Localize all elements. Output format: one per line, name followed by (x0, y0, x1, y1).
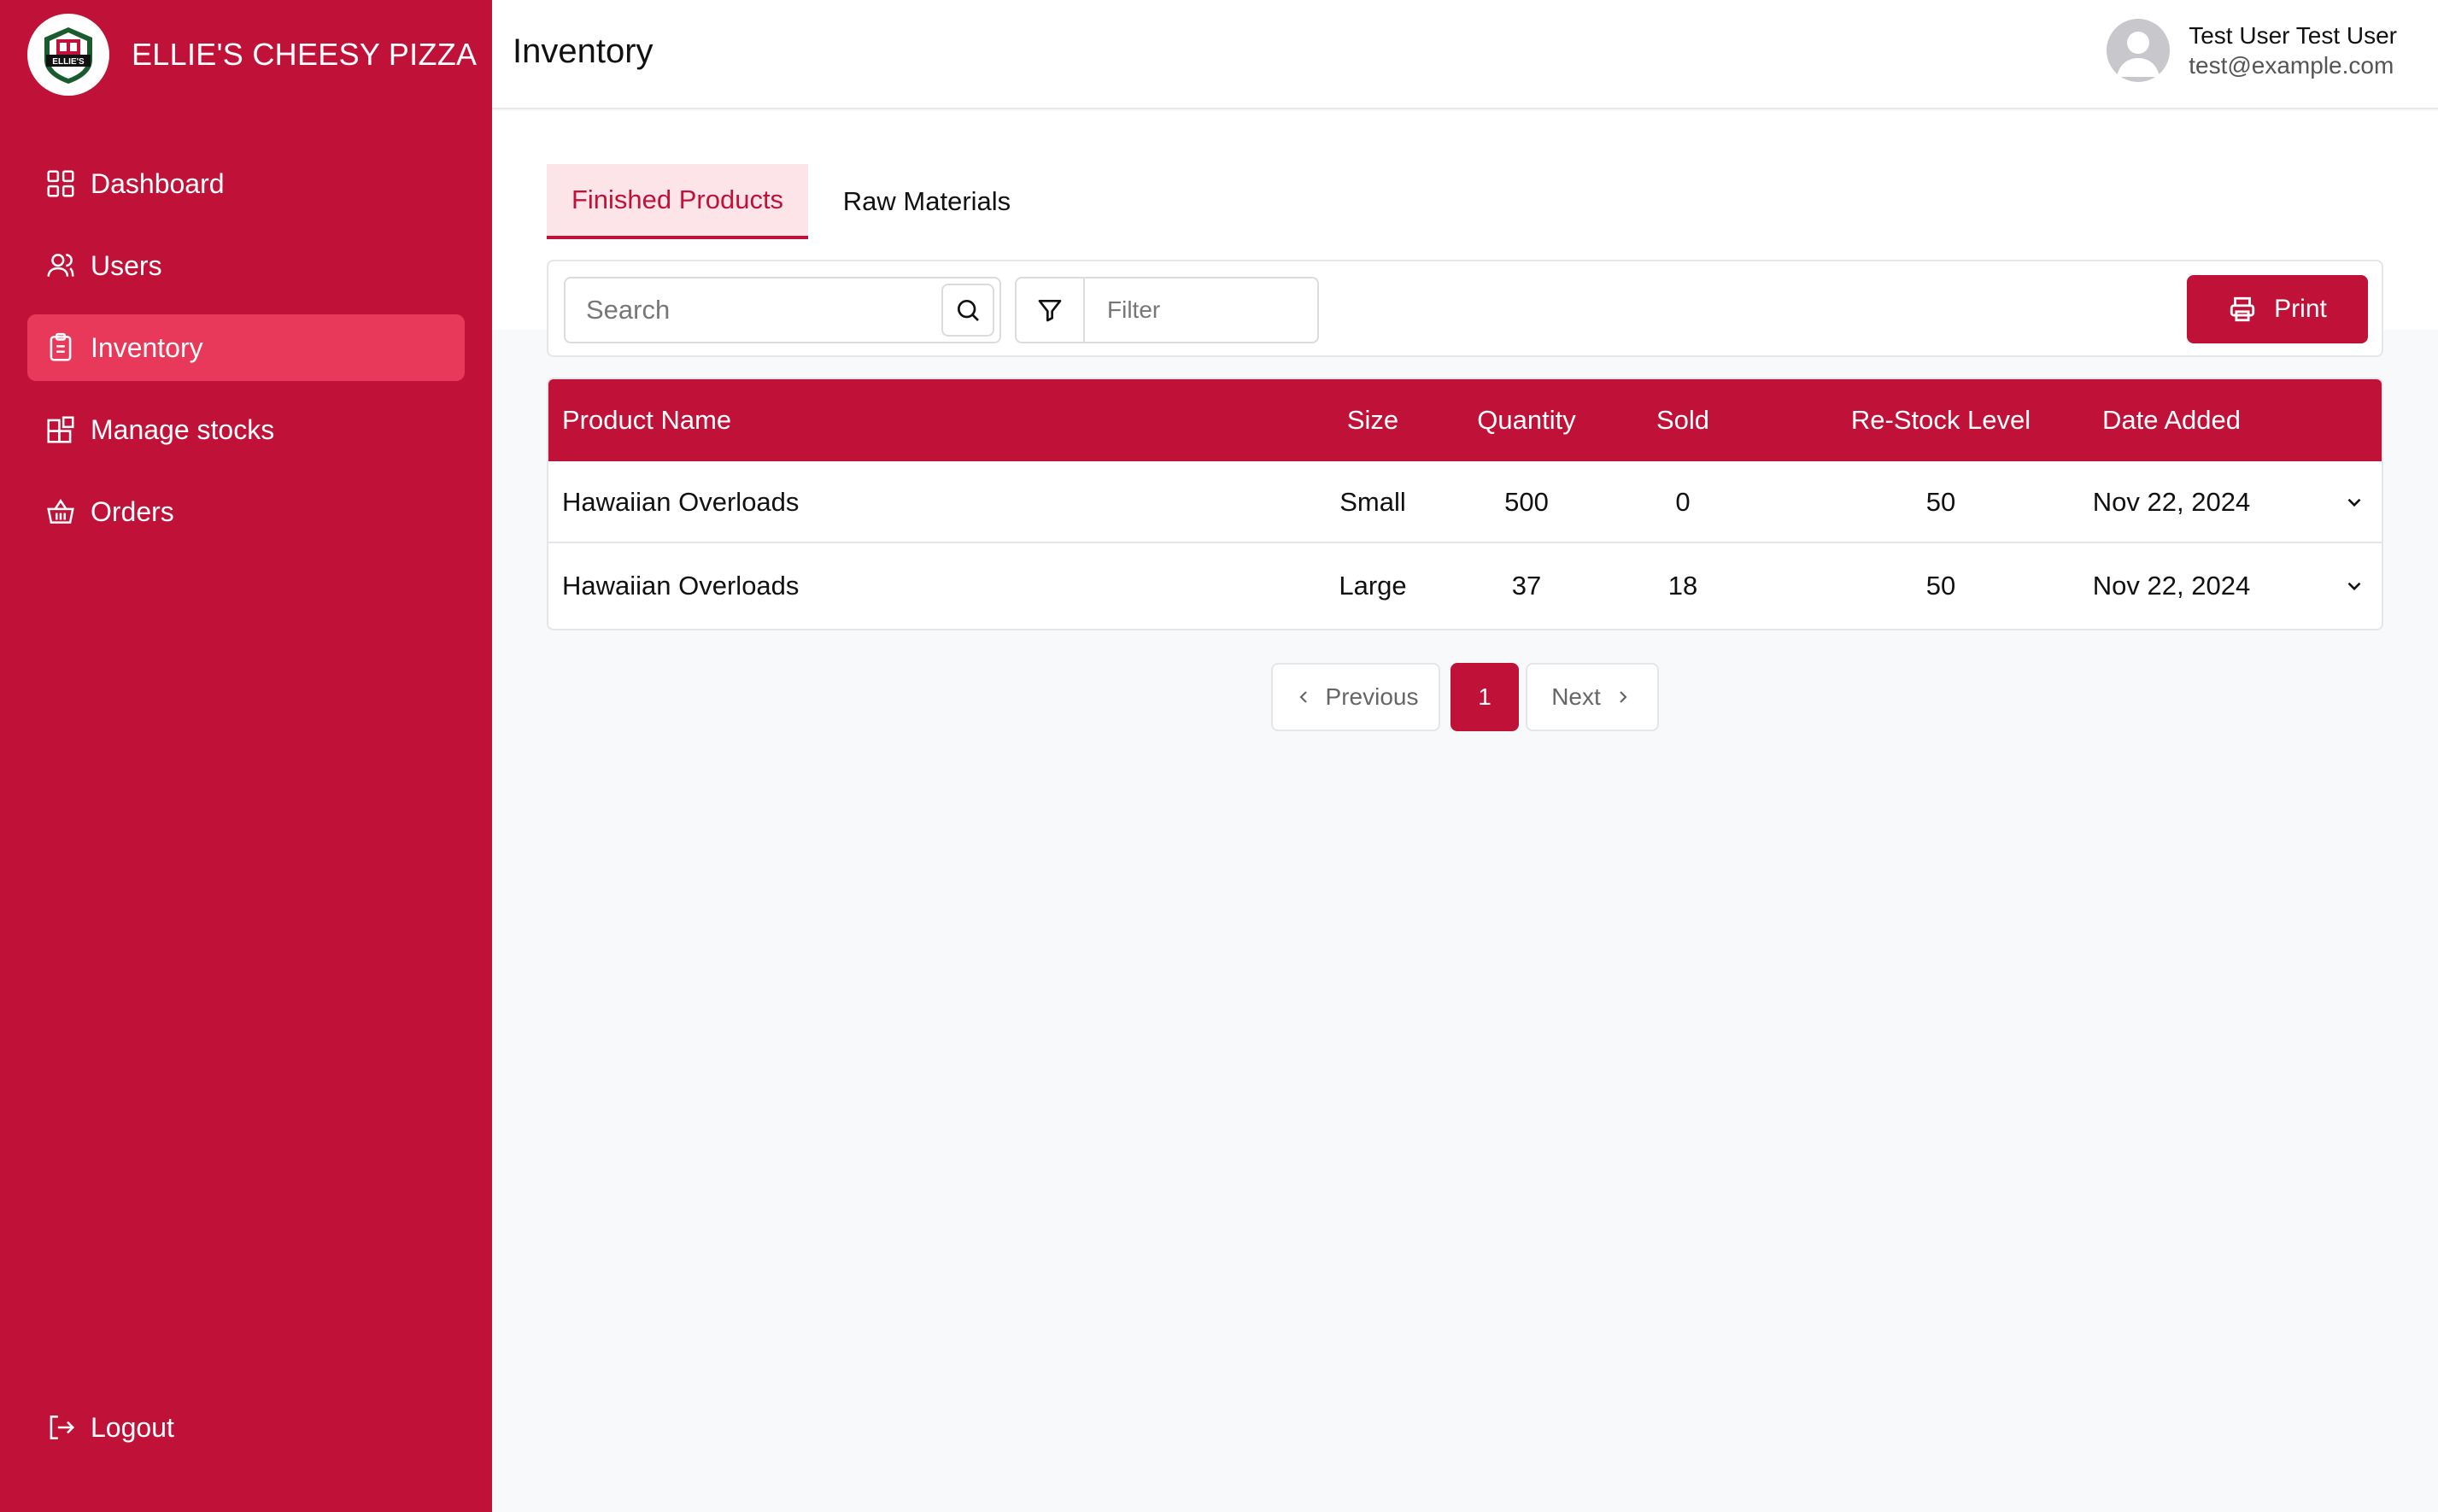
filter-input[interactable] (1087, 278, 1317, 342)
expand-row-button[interactable] (2335, 545, 2373, 627)
sidebar: ELLIE'S ELLIE'S CHEESY PIZZA Dashboard U… (0, 0, 492, 1512)
chevron-down-icon (2347, 498, 2361, 507)
printer-icon (2230, 296, 2255, 322)
inventory-table: Product Name Size Quantity Sold Re-Stock… (547, 378, 2383, 630)
user-name: Test User Test User (2189, 22, 2397, 49)
print-button[interactable]: Print (2187, 275, 2368, 343)
brand[interactable]: ELLIE'S ELLIE'S CHEESY PIZZA (27, 14, 477, 96)
user-menu[interactable]: Test User Test User test@example.com (2107, 19, 2397, 82)
cell-date-added: Nov 22, 2024 (2092, 571, 2251, 601)
sidebar-item-label: Orders (91, 495, 174, 527)
tab-finished-products[interactable]: Finished Products (547, 164, 808, 239)
page-title: Inventory (513, 32, 653, 70)
sidebar-item-dashboard[interactable]: Dashboard (27, 150, 465, 217)
print-label: Print (2274, 295, 2327, 323)
header-product-name[interactable]: Product Name (562, 379, 731, 461)
cell-product-name: Hawaiian Overloads (562, 487, 800, 517)
filter-icon (1038, 300, 1062, 322)
logout-label: Logout (91, 1411, 174, 1443)
sidebar-item-label: Users (91, 249, 162, 281)
header-restock-level[interactable]: Re-Stock Level (1821, 379, 2060, 461)
sidebar-item-label: Inventory (91, 331, 203, 363)
brand-name: ELLIE'S CHEESY PIZZA (132, 37, 478, 72)
search-button[interactable] (941, 284, 994, 337)
sidebar-item-orders[interactable]: Orders (27, 478, 465, 545)
chevron-left-icon (1298, 691, 1307, 703)
cell-restock-level: 50 (1925, 487, 1956, 517)
cell-restock-level: 50 (1925, 571, 1956, 601)
blocks-icon (47, 416, 74, 443)
cell-sold: 0 (1675, 487, 1691, 517)
sidebar-item-label: Dashboard (91, 167, 225, 199)
user-email: test@example.com (2189, 52, 2394, 79)
filter-button[interactable] (1017, 278, 1085, 342)
cell-product-name: Hawaiian Overloads (562, 571, 800, 601)
tab-raw-materials[interactable]: Raw Materials (829, 164, 1025, 239)
cell-size: Small (1339, 487, 1406, 517)
users-icon (47, 254, 74, 277)
header-size[interactable]: Size (1326, 379, 1420, 461)
pagination-previous[interactable]: Previous (1271, 663, 1440, 731)
cell-date-added: Nov 22, 2024 (2092, 487, 2251, 517)
sidebar-item-inventory[interactable]: Inventory (27, 314, 465, 381)
logout-button[interactable]: Logout (44, 1411, 174, 1444)
search-box (564, 277, 1001, 343)
logo: ELLIE'S (27, 14, 109, 96)
sidebar-nav: Dashboard Users Inventory Manage stocks … (27, 150, 465, 560)
basket-icon (47, 499, 74, 524)
filter-box (1015, 277, 1319, 343)
top-header: Inventory Test User Test User test@examp… (492, 0, 2438, 109)
clipboard-icon (50, 332, 72, 361)
sidebar-item-manage-stocks[interactable]: Manage stocks (27, 396, 465, 463)
header-date-added[interactable]: Date Added (2060, 379, 2283, 461)
table-row[interactable]: Hawaiian Overloads Small 500 0 50 Nov 22… (548, 461, 2382, 543)
cell-size: Large (1339, 571, 1407, 601)
expand-row-button[interactable] (2335, 461, 2373, 543)
logo-text: ELLIE'S (52, 57, 85, 67)
pagination-page-1[interactable]: 1 (1450, 663, 1519, 731)
table-row[interactable]: Hawaiian Overloads Large 37 18 50 Nov 22… (548, 545, 2382, 627)
search-icon (958, 300, 979, 321)
sidebar-item-label: Manage stocks (91, 413, 275, 445)
pagination-next[interactable]: Next (1526, 663, 1659, 731)
cell-sold: 18 (1667, 571, 1698, 601)
table-header: Product Name Size Quantity Sold Re-Stock… (548, 379, 2382, 461)
sidebar-item-users[interactable]: Users (27, 232, 465, 299)
cell-quantity: 37 (1511, 571, 1542, 601)
search-input[interactable] (566, 278, 941, 342)
avatar (2107, 19, 2171, 82)
chevron-down-icon (2347, 582, 2361, 591)
logout-icon (50, 1415, 75, 1439)
header-sold[interactable]: Sold (1636, 379, 1730, 461)
grid-icon (47, 170, 74, 197)
header-quantity[interactable]: Quantity (1437, 379, 1616, 461)
chevron-right-icon (1620, 691, 1627, 703)
toolbar: Print (547, 260, 2383, 357)
next-label: Next (1551, 683, 1601, 710)
cell-quantity: 500 (1504, 487, 1549, 517)
previous-label: Previous (1325, 683, 1419, 710)
